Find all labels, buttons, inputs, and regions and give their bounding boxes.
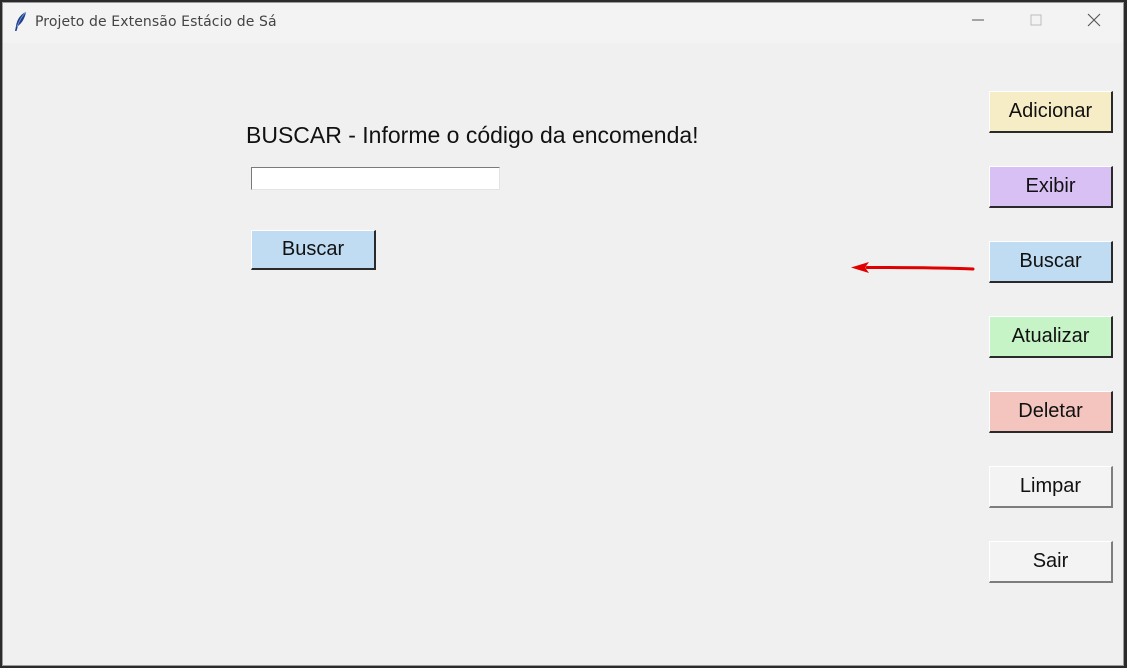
search-nav-button-label: Buscar bbox=[1019, 250, 1082, 272]
app-window: Projeto de Extensão Estácio de Sá BUSCAR… bbox=[2, 2, 1124, 666]
maximize-button[interactable] bbox=[1007, 3, 1065, 41]
show-button-label: Exibir bbox=[1025, 175, 1076, 197]
search-submit-button[interactable]: Buscar bbox=[251, 230, 376, 270]
red-arrow-annotation bbox=[851, 262, 975, 273]
update-button[interactable]: Atualizar bbox=[989, 316, 1113, 358]
minimize-icon bbox=[972, 13, 984, 31]
add-button[interactable]: Adicionar bbox=[989, 91, 1113, 133]
exit-button[interactable]: Sair bbox=[989, 541, 1113, 583]
order-code-input[interactable] bbox=[251, 167, 500, 190]
exit-button-label: Sair bbox=[1032, 550, 1069, 572]
title-bar[interactable]: Projeto de Extensão Estácio de Sá bbox=[3, 3, 1123, 43]
feather-icon bbox=[12, 11, 28, 33]
delete-button[interactable]: Deletar bbox=[989, 391, 1113, 433]
close-icon bbox=[1087, 13, 1101, 32]
close-button[interactable] bbox=[1065, 3, 1123, 41]
search-heading: BUSCAR - Informe o código da encomenda! bbox=[246, 122, 699, 148]
search-submit-label: Buscar bbox=[281, 238, 345, 260]
clear-button[interactable]: Limpar bbox=[989, 466, 1113, 508]
maximize-icon bbox=[1030, 13, 1042, 31]
minimize-button[interactable] bbox=[949, 3, 1007, 41]
clear-button-label: Limpar bbox=[1019, 475, 1082, 497]
update-button-label: Atualizar bbox=[1011, 325, 1090, 347]
add-button-label: Adicionar bbox=[1008, 100, 1093, 122]
show-button[interactable]: Exibir bbox=[989, 166, 1113, 208]
window-title: Projeto de Extensão Estácio de Sá bbox=[35, 14, 277, 30]
search-nav-button[interactable]: Buscar bbox=[989, 241, 1113, 283]
delete-button-label: Deletar bbox=[1018, 400, 1083, 422]
